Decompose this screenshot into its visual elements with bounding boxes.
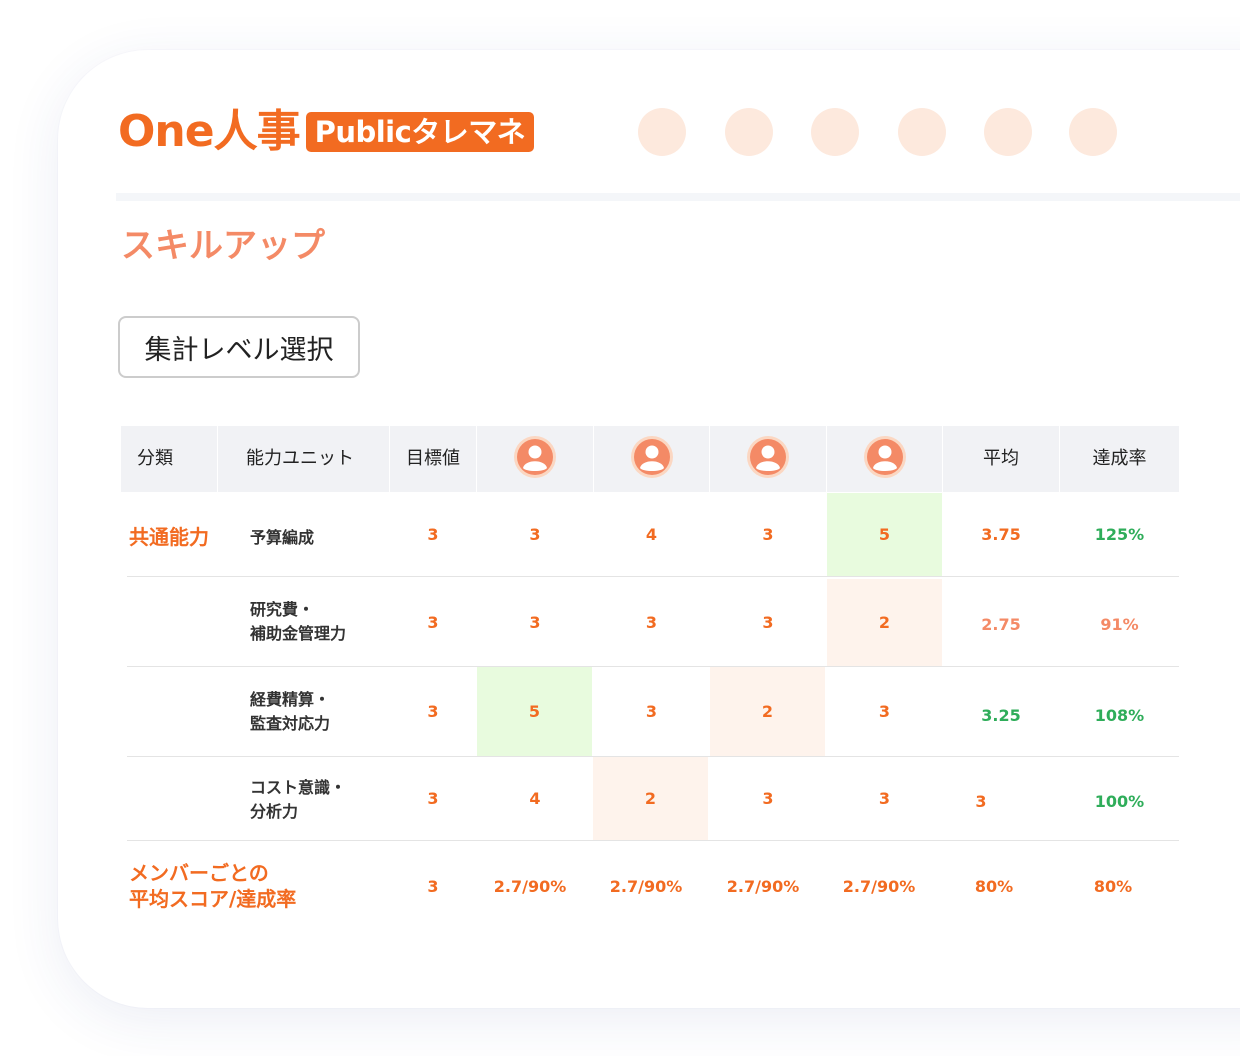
unit-label-line: 補助金管理力 [250, 624, 347, 643]
header-rate: 達成率 [1092, 448, 1147, 469]
score-cell-below-target: 2 [710, 667, 825, 756]
score-cell: 4 [529, 789, 541, 808]
member-summary-cell: 2.7/90% [726, 876, 800, 896]
header-category: 分類 [137, 448, 173, 469]
rate-cell: 125% [1094, 525, 1145, 544]
average-cell: 2.75 [981, 615, 1021, 634]
user-avatar-icon [630, 436, 673, 478]
member-summary-cell: 2.7/90% [493, 876, 567, 896]
page-title: スキルアップ [121, 226, 325, 266]
score-cell: 3 [762, 525, 774, 544]
unit-label-line: 監査対応力 [250, 714, 331, 733]
unit-label-line: 経費精算・ [250, 690, 331, 709]
score-cell: 3 [645, 702, 658, 721]
header-member-2[interactable] [594, 426, 709, 492]
skill-table: 分類 能力ユニット 目標値 平均 達成率 共通能力 予算編成 3 3 4 3 5… [121, 426, 1179, 926]
placeholder-dot [638, 108, 686, 156]
target-cell: 3 [427, 613, 439, 632]
placeholder-dot [725, 108, 773, 156]
rate-cell: 91% [1100, 615, 1139, 634]
member-summary-label-line: 平均スコア/達成率 [129, 887, 297, 911]
table-header: 分類 能力ユニット 目標値 平均 達成率 [121, 426, 1179, 492]
score-cell-below-target: 2 [827, 579, 942, 666]
category-label: 共通能力 [129, 525, 209, 549]
header-member-3[interactable] [710, 426, 826, 492]
header-placeholder-dots [638, 108, 1118, 156]
unit-label: 経費精算・ 監査対応力 [250, 688, 330, 736]
score-cell: 3 [878, 789, 891, 808]
target-cell: 3 [427, 702, 439, 721]
score-cell: 4 [645, 525, 658, 544]
rate-cell: 108% [1094, 706, 1145, 725]
summary-rate-cell: 80% [1093, 876, 1133, 896]
average-cell: 3.25 [981, 706, 1021, 725]
score-cell-above-target: 5 [477, 667, 592, 756]
placeholder-dot [811, 108, 859, 156]
unit-label: コスト意識・ 分析力 [250, 776, 346, 824]
unit-label: 研究費・ 補助金管理力 [250, 598, 346, 646]
unit-label-line: 分析力 [250, 802, 299, 821]
row-divider [127, 840, 1179, 841]
score-cell: 3 [762, 789, 774, 808]
score-cell: 3 [878, 702, 891, 721]
member-summary-label: メンバーごとの 平均スコア/達成率 [129, 860, 296, 912]
logo-badge: Publicタレマネ [305, 112, 535, 152]
row-divider [127, 576, 1179, 577]
user-avatar-icon [747, 436, 789, 478]
aggregation-level-select-button[interactable]: 集計レベル選択 [118, 316, 360, 378]
logo-text: One人事 [118, 106, 301, 157]
target-cell: 3 [427, 525, 439, 544]
unit-label: 予算編成 [250, 526, 314, 550]
rate-cell: 100% [1094, 792, 1145, 811]
score-cell-above-target: 5 [827, 493, 942, 576]
score-cell: 3 [529, 613, 541, 632]
summary-target-cell: 3 [427, 876, 439, 896]
member-summary-cell: 2.7/90% [842, 876, 916, 896]
user-avatar-icon [514, 436, 556, 478]
user-avatar-icon [863, 436, 906, 478]
average-cell: 3 [975, 792, 987, 811]
header-target: 目標値 [406, 448, 460, 469]
header-member-4[interactable] [827, 426, 942, 492]
app-logo[interactable]: One人事 Publicタレマネ [118, 106, 535, 157]
unit-label-line: コスト意識・ [250, 778, 347, 797]
score-cell-below-target: 2 [593, 757, 708, 840]
unit-label-line: 研究費・ [250, 600, 315, 619]
summary-average-cell: 80% [974, 876, 1014, 896]
score-cell: 3 [762, 613, 774, 632]
score-cell: 3 [645, 613, 658, 632]
unit-label-line: 予算編成 [250, 528, 315, 547]
member-summary-label-line: メンバーごとの [129, 861, 269, 885]
placeholder-dot [898, 108, 946, 156]
placeholder-dot [984, 108, 1032, 156]
header-unit: 能力ユニット [246, 448, 354, 469]
placeholder-dot [1069, 108, 1117, 156]
header-divider [116, 193, 1240, 201]
header-member-1[interactable] [477, 426, 593, 492]
header-average: 平均 [983, 448, 1019, 469]
member-summary-cell: 2.7/90% [609, 876, 683, 896]
score-cell: 3 [529, 525, 541, 544]
target-cell: 3 [427, 789, 439, 808]
average-cell: 3.75 [981, 525, 1021, 544]
